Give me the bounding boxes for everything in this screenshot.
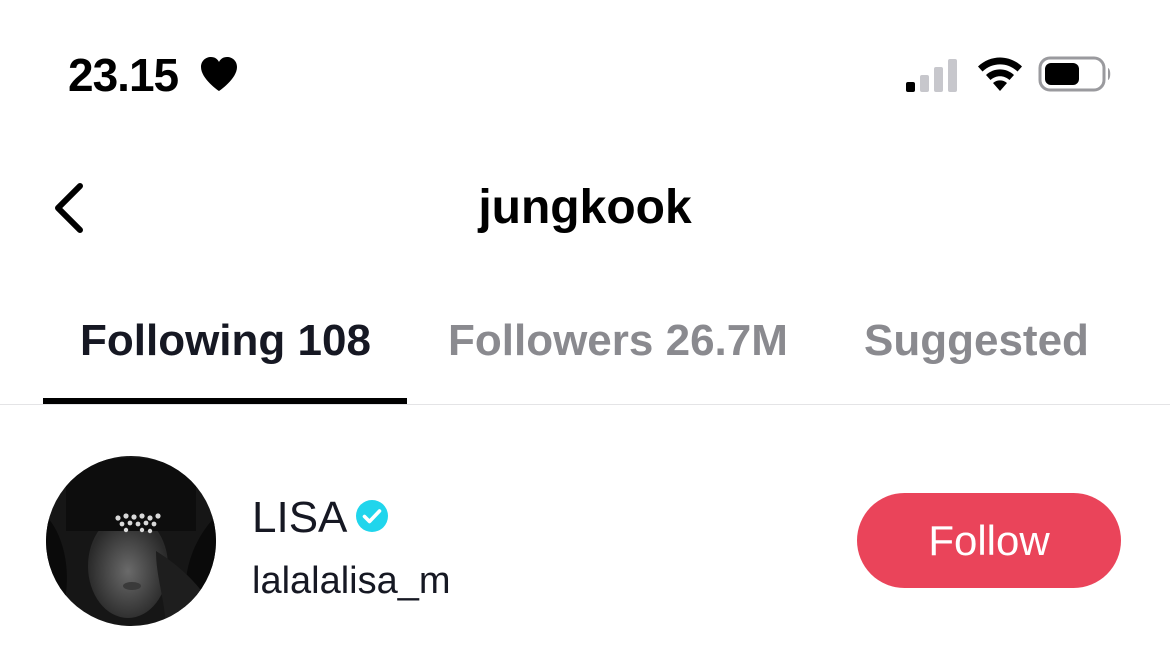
follow-button[interactable]: Follow [857, 493, 1121, 588]
page-title: jungkook [478, 181, 692, 234]
tab-followers[interactable]: Followers 26.7M [448, 314, 788, 368]
heart-icon [199, 56, 239, 92]
tab-suggested[interactable]: Suggested [864, 314, 1089, 368]
divider [0, 404, 1170, 405]
battery-icon [1038, 56, 1114, 92]
user-username: lalalalisa_m [252, 560, 451, 602]
cellular-signal-icon [904, 58, 960, 92]
wifi-icon [974, 54, 1026, 92]
user-display-name: LISA [252, 493, 348, 542]
status-bar: 23.15 [0, 0, 1170, 150]
status-time: 23.15 [68, 49, 179, 101]
tab-bar: Following 108 Followers 26.7M Suggested [0, 300, 1170, 404]
tab-following[interactable]: Following 108 [80, 314, 371, 368]
avatar[interactable] [46, 456, 216, 626]
verified-badge-fill [356, 500, 388, 532]
list-item[interactable]: LISA lalalalisa_m Follow [0, 440, 1170, 640]
verified-check-icon [355, 499, 389, 533]
